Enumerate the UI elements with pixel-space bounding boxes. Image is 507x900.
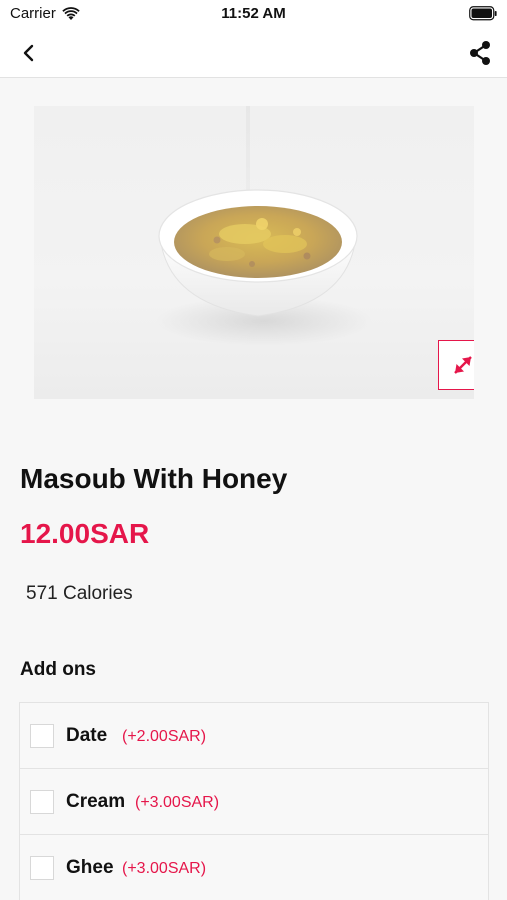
status-bar: Carrier 11:52 AM: [0, 0, 507, 28]
product-price: 12.00SAR: [20, 518, 150, 549]
share-icon: [470, 41, 490, 65]
addon-price: (+3.00SAR): [122, 860, 207, 877]
addon-option-cream[interactable]: Cream (+3.00SAR): [20, 769, 488, 835]
addon-checkbox[interactable]: [30, 724, 54, 748]
battery-icon: [469, 6, 497, 21]
addon-checkbox[interactable]: [30, 856, 54, 880]
product-calories: 571 Calories: [26, 583, 133, 604]
addon-checkbox[interactable]: [30, 790, 54, 814]
addon-name: Ghee: [66, 857, 114, 878]
product-title: Masoub With Honey: [20, 463, 288, 494]
addons-heading: Add ons: [20, 659, 96, 680]
addon-price: (+2.00SAR): [122, 728, 207, 745]
addon-option-ghee[interactable]: Ghee (+3.00SAR): [20, 835, 488, 900]
expand-icon: [454, 356, 472, 374]
expand-image-button[interactable]: [438, 340, 474, 390]
addons-list: Date (+2.00SAR) Cream (+3.00SAR) Ghee (+…: [19, 702, 489, 900]
chevron-left-icon: [23, 44, 34, 62]
share-button[interactable]: [463, 36, 497, 70]
navigation-bar: [0, 28, 507, 78]
addon-price: (+3.00SAR): [135, 794, 220, 811]
addon-option-date[interactable]: Date (+2.00SAR): [20, 703, 488, 769]
dish-bowl-illustration: [158, 189, 358, 317]
back-button[interactable]: [14, 38, 44, 68]
addon-name: Cream: [66, 791, 126, 812]
product-image: [34, 106, 474, 399]
addon-name: Date: [66, 725, 108, 746]
clock: 11:52 AM: [221, 5, 286, 22]
